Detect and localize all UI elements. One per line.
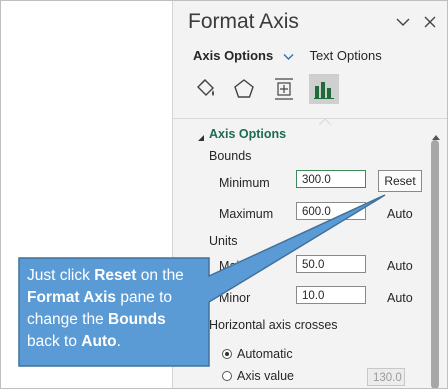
close-icon[interactable] — [422, 14, 438, 35]
minimum-label: Minimum — [219, 176, 270, 190]
minor-auto-label: Auto — [387, 291, 413, 305]
automatic-label[interactable]: Automatic — [237, 347, 293, 361]
axis-crosses-label: Horizontal axis crosses — [209, 318, 338, 332]
section-axis-options[interactable]: Axis Options — [209, 127, 286, 141]
minor-input[interactable]: 10.0 — [296, 286, 366, 304]
tab-text-options[interactable]: Text Options — [309, 48, 381, 63]
axis-value-label[interactable]: Axis value — [237, 369, 294, 383]
callout-text: Just click Reset on the Format Axis pane… — [27, 267, 184, 350]
maximum-label: Maximum — [219, 207, 274, 221]
major-auto-label: Auto — [387, 259, 413, 273]
axis-options-chart-icon[interactable] — [309, 74, 339, 104]
pane-title: Format Axis — [188, 10, 299, 33]
maximum-input[interactable]: 600.0 — [296, 202, 366, 220]
chevron-down-icon[interactable] — [395, 14, 411, 35]
units-label: Units — [209, 234, 238, 248]
selected-tab-pointer — [318, 112, 332, 130]
maximum-auto-label: Auto — [387, 207, 413, 221]
automatic-radio[interactable] — [222, 349, 232, 359]
tab-axis-options[interactable]: Axis Options — [193, 48, 273, 63]
reset-button[interactable]: Reset — [378, 170, 422, 192]
format-axis-pane: Format Axis Axis Options Text Options Ax… — [172, 0, 448, 389]
divider — [173, 118, 448, 119]
minor-label: Minor — [219, 291, 251, 305]
size-properties-icon[interactable] — [269, 74, 299, 104]
axis-value-radio[interactable] — [222, 371, 232, 381]
major-label: Major — [219, 259, 251, 273]
axis-value-input[interactable]: 130.0 — [367, 368, 405, 386]
major-input[interactable]: 50.0 — [296, 255, 366, 273]
collapse-triangle-icon[interactable] — [197, 129, 205, 147]
bounds-label: Bounds — [209, 149, 252, 163]
chevron-down-icon[interactable] — [283, 49, 294, 64]
effects-pentagon-icon[interactable] — [229, 74, 259, 104]
minimum-input[interactable]: 300.0 — [296, 170, 366, 188]
fill-line-icon[interactable] — [190, 74, 220, 104]
scrollbar-thumb[interactable] — [431, 140, 439, 389]
options-tabs: Axis Options Text Options — [193, 48, 382, 64]
